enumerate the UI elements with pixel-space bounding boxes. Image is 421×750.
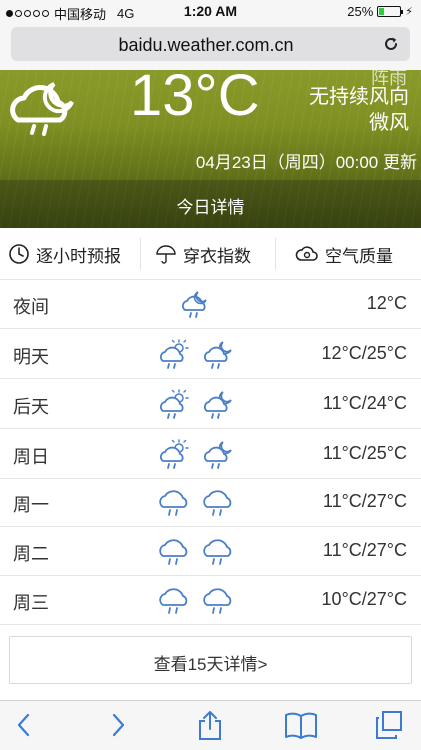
browser-chrome: baidu.weather.com.cn bbox=[0, 22, 421, 70]
forecast-row[interactable]: 后天 11°C/24°C bbox=[0, 380, 421, 429]
forecast-day: 周三 bbox=[13, 593, 49, 613]
cloud-icon bbox=[295, 246, 318, 261]
clock-icon bbox=[9, 244, 29, 264]
tab-hourly-forecast[interactable]: 逐小时预报 bbox=[8, 228, 121, 280]
forecast-temps: 10°C/27°C bbox=[321, 589, 407, 609]
share-icon[interactable] bbox=[196, 710, 224, 742]
url-text[interactable]: baidu.weather.com.cn bbox=[11, 35, 401, 56]
battery-percent: 25% bbox=[347, 4, 374, 19]
forecast-day: 周二 bbox=[13, 544, 49, 564]
forecast-row[interactable]: 周三 10°C/27°C bbox=[0, 576, 421, 625]
umbrella-icon bbox=[156, 245, 176, 264]
back-icon[interactable] bbox=[14, 710, 34, 740]
forecast-temps: 11°C/24°C bbox=[322, 393, 407, 413]
current-temperature: 13°C bbox=[130, 70, 260, 128]
reload-icon[interactable] bbox=[382, 35, 400, 53]
tab-divider bbox=[275, 238, 276, 270]
sun-cloud-rain-icon bbox=[160, 439, 189, 469]
bookmarks-icon[interactable] bbox=[284, 710, 318, 740]
update-time: 04月23日（周四）00:00 更新 bbox=[195, 153, 417, 172]
forecast-temps: 12°C bbox=[366, 293, 407, 313]
cloud-rain-icon bbox=[159, 490, 188, 516]
address-bar[interactable]: baidu.weather.com.cn bbox=[11, 27, 410, 61]
forecast-row[interactable]: 夜间 12°C bbox=[0, 280, 421, 329]
cloud-rain-night-icon bbox=[10, 82, 74, 136]
battery-icon bbox=[377, 6, 404, 17]
forecast-row[interactable]: 周日 11°C/25°C bbox=[0, 430, 421, 479]
forward-icon[interactable] bbox=[108, 710, 128, 740]
tab-label: 逐小时预报 bbox=[36, 246, 121, 266]
cloud-rain-icon bbox=[203, 588, 232, 614]
forecast-row[interactable]: 周一 11°C/27°C bbox=[0, 478, 421, 527]
cloud-rain-icon bbox=[159, 539, 188, 565]
view-15-day-button[interactable]: 查看15天详情> bbox=[9, 636, 412, 684]
wind-direction: 无持续风向 bbox=[309, 86, 409, 108]
status-bar: 中国移动 4G 1:20 AM 25% ⚡ bbox=[0, 0, 421, 22]
forecast-temps: 11°C/25°C bbox=[322, 443, 407, 463]
cloud-rain-icon bbox=[203, 490, 232, 516]
forecast-day: 明天 bbox=[13, 347, 49, 367]
tab-label: 空气质量 bbox=[325, 246, 393, 266]
forecast-day: 周一 bbox=[13, 495, 49, 515]
browser-toolbar bbox=[0, 700, 421, 750]
today-detail-label: 今日详情 bbox=[176, 198, 245, 217]
tab-label: 穿衣指数 bbox=[183, 246, 251, 266]
feature-tabs: 逐小时预报 穿衣指数 空气质量 bbox=[0, 228, 421, 280]
forecast-row[interactable]: 周二 11°C/27°C bbox=[0, 527, 421, 576]
tab-air-quality[interactable]: 空气质量 bbox=[295, 228, 393, 280]
forecast-temps: 11°C/27°C bbox=[322, 540, 407, 560]
forecast-day: 夜间 bbox=[13, 297, 49, 317]
moon-cloud-rain-icon bbox=[204, 341, 232, 369]
current-weather-banner: 13°C 阵雨 无持续风向 微风 04月23日（周四）00:00 更新 今日详情 bbox=[0, 70, 421, 228]
view-15-day-label: 查看15天详情> bbox=[153, 655, 268, 674]
moon-cloud-rain-icon bbox=[204, 391, 232, 419]
sun-cloud-rain-icon bbox=[160, 389, 189, 419]
cloud-rain-icon bbox=[203, 539, 232, 565]
cloud-rain-night-icon bbox=[182, 291, 207, 318]
moon-cloud-rain-icon bbox=[204, 441, 232, 469]
sun-cloud-rain-icon bbox=[160, 339, 189, 369]
today-detail-button[interactable]: 今日详情 bbox=[0, 180, 421, 228]
charging-bolt-icon: ⚡ bbox=[405, 6, 413, 18]
tab-divider bbox=[140, 238, 141, 270]
tabs-icon[interactable] bbox=[374, 710, 404, 740]
wind-level: 微风 bbox=[369, 112, 409, 134]
forecast-day: 后天 bbox=[13, 397, 49, 417]
forecast-row[interactable]: 明天 12°C/25°C bbox=[0, 330, 421, 379]
forecast-temps: 12°C/25°C bbox=[321, 343, 407, 363]
forecast-temps: 11°C/27°C bbox=[322, 491, 407, 511]
forecast-day: 周日 bbox=[13, 447, 49, 467]
tab-clothing-index[interactable]: 穿衣指数 bbox=[155, 228, 251, 280]
status-right: 25% ⚡ bbox=[347, 4, 413, 19]
cloud-rain-icon bbox=[159, 588, 188, 614]
